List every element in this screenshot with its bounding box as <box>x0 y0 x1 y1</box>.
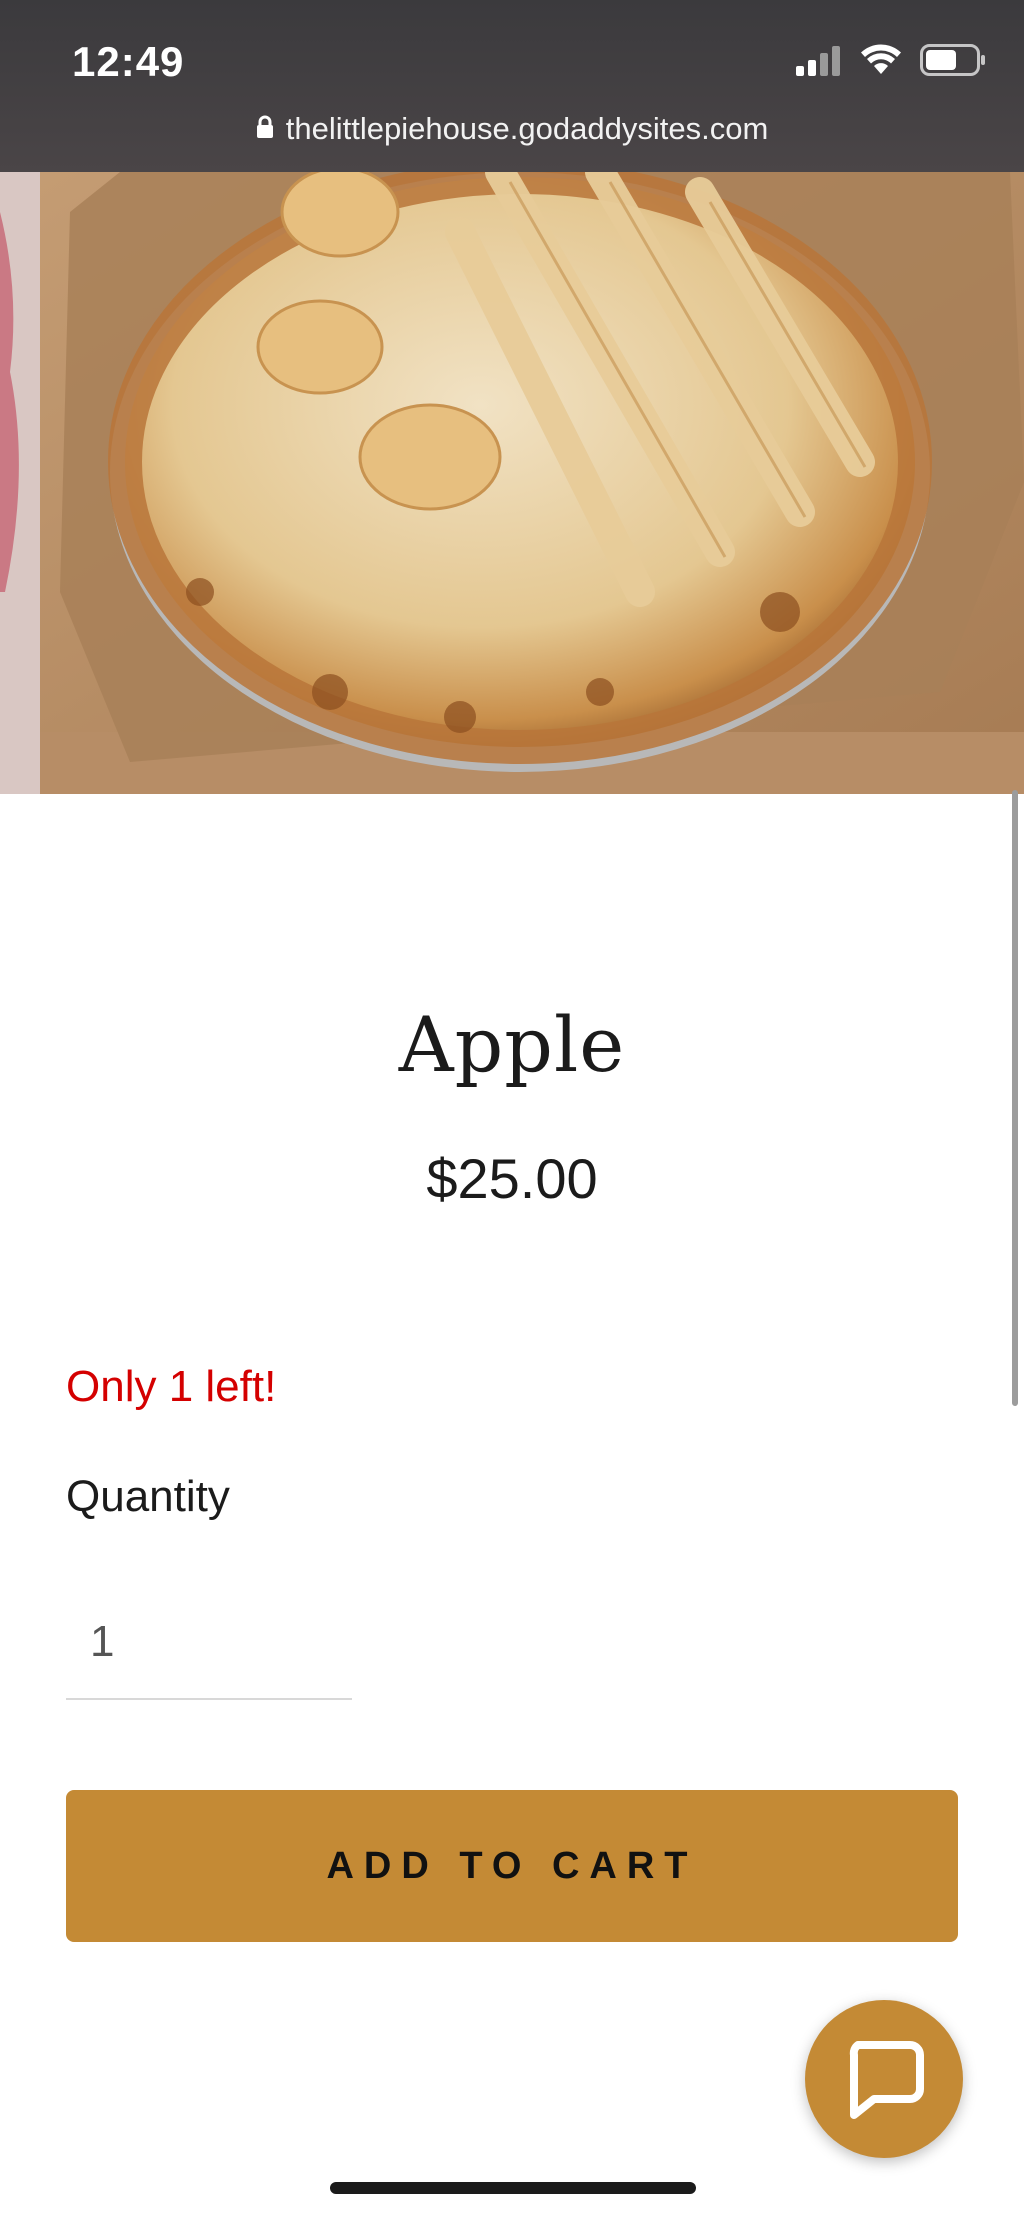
product-title: Apple <box>398 1000 626 1089</box>
battery-icon <box>920 43 986 81</box>
lock-icon <box>256 111 274 147</box>
cellular-signal-icon <box>794 44 842 81</box>
quantity-label: Quantity <box>66 1472 230 1521</box>
status-icons <box>794 43 986 81</box>
home-indicator[interactable] <box>330 2182 696 2194</box>
product-price: $25.00 <box>426 1147 598 1210</box>
wifi-icon <box>860 44 902 81</box>
stock-warning: Only 1 left! <box>66 1362 277 1411</box>
browser-chrome: 12:49 thelittlepiehouse.godaddysites.com <box>0 0 1024 172</box>
chat-bubble-icon <box>840 2033 928 2126</box>
quantity-input[interactable] <box>66 1586 352 1700</box>
url-text: thelittlepiehouse.godaddysites.com <box>285 111 769 146</box>
status-time: 12:49 <box>72 38 185 85</box>
product-page: 12:49 thelittlepiehouse.godaddysites.com… <box>0 0 1024 2217</box>
add-to-cart-button[interactable]: ADD TO CART <box>66 1790 958 1942</box>
chat-button[interactable] <box>805 2000 963 2158</box>
scrollbar[interactable] <box>1012 790 1018 1406</box>
apple-pie-photo <box>0 172 1024 794</box>
url-bar[interactable]: thelittlepiehouse.godaddysites.com <box>0 108 1024 150</box>
